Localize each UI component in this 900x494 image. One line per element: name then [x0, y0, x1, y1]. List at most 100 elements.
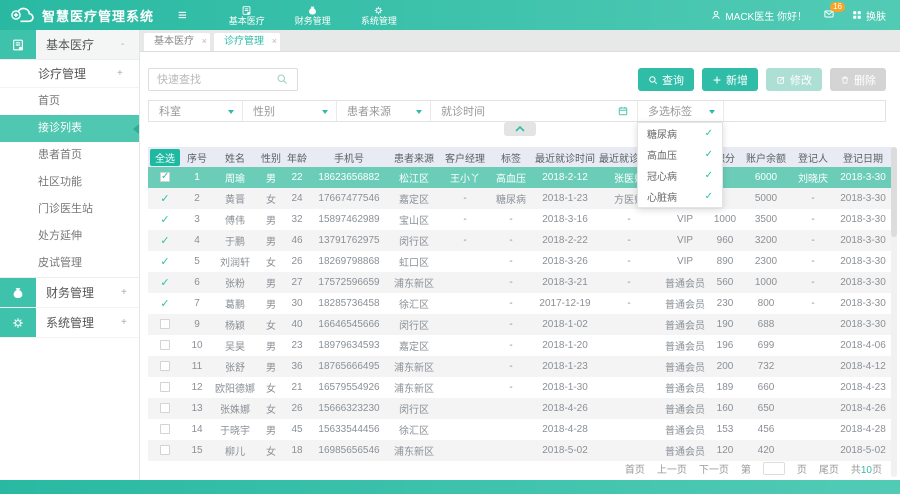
table-cell: 3200	[740, 230, 792, 251]
toolbar-buttons: 查询新增修改删除	[638, 68, 886, 91]
filter-label: 多选标签	[648, 103, 692, 119]
row-check-icon[interactable]: ✓	[160, 193, 169, 205]
table-row[interactable]: ✓2黄晋女2417667477546嘉定区-糖尿病2018-1-23方医师500…	[148, 188, 892, 209]
sidebar: 基本医疗 - 诊疗管理 + 首页接诊列表患者首页社区功能门诊医生站处方延伸皮试管…	[0, 30, 140, 480]
table-row[interactable]: 12欧阳德娜女2116579554926浦东新区-2018-1-30普通会员18…	[148, 377, 892, 398]
messages-button[interactable]: 16	[823, 8, 835, 23]
table-row[interactable]: ✓4于鹏男4613791762975闵行区--2018-2-22-VIP9603…	[148, 230, 892, 251]
pagination-prev[interactable]: 上一页	[657, 461, 687, 476]
tab-2[interactable]: 诊疗管理×	[214, 33, 280, 51]
hamburger-menu-icon[interactable]: ≡	[178, 7, 187, 24]
sidebar-group-diagnosis-management[interactable]: 诊疗管理 +	[0, 60, 139, 88]
sidebar-subitem-3[interactable]: 患者首页	[0, 142, 139, 169]
tag-option-4[interactable]: 心脏病✓	[638, 186, 722, 207]
select-all-button[interactable]: 全选	[150, 149, 180, 166]
filter-5[interactable]: 多选标签	[638, 101, 724, 121]
filter-2[interactable]: 性别	[243, 101, 337, 121]
close-tab-icon[interactable]: ×	[272, 32, 277, 50]
table-cell: 4	[182, 230, 212, 251]
sidebar-section-2[interactable]: 系统管理+	[0, 308, 139, 338]
table-cell: 2018-5-02	[532, 440, 598, 461]
tag-option-2[interactable]: 高血压✓	[638, 144, 722, 165]
scrollbar-thumb[interactable]	[891, 147, 897, 237]
row-checkbox-empty[interactable]	[160, 424, 170, 434]
sidebar-subitem-2[interactable]: 接诊列表	[0, 115, 139, 142]
row-checkbox-empty[interactable]	[160, 361, 170, 371]
table-row[interactable]: 9杨颖女4016646545666闵行区-2018-1-02普通会员190688…	[148, 314, 892, 335]
table-cell: 6	[182, 272, 212, 293]
patient-table: 全选序号姓名性别年龄手机号患者来源客户经理标签最近就诊时间最近就诊医生会员等级积…	[148, 147, 892, 461]
sidebar-subitem-5[interactable]: 门诊医生站	[0, 196, 139, 223]
app-title: 智慧医疗管理系统	[42, 6, 154, 25]
topnav-item-1[interactable]: 基本医疗	[229, 5, 265, 26]
pagination-first[interactable]: 首页	[625, 461, 645, 476]
table-row[interactable]: 11张舒男3618765666495浦东新区-2018-1-23普通会员2007…	[148, 356, 892, 377]
topnav-item-3[interactable]: 系统管理	[361, 5, 397, 26]
row-checkbox-empty[interactable]	[160, 340, 170, 350]
change-skin-button[interactable]: 换肤	[851, 8, 886, 23]
sidebar-item-basic-medical[interactable]: 基本医疗 -	[0, 30, 139, 60]
page-number-input[interactable]	[763, 462, 785, 475]
tag-option-1[interactable]: 糖尿病✓	[638, 123, 722, 144]
row-checkbox-empty[interactable]	[160, 319, 170, 329]
vertical-scrollbar[interactable]	[891, 147, 897, 477]
toolbar-button-3[interactable]: 修改	[766, 68, 822, 91]
sidebar-subitem-1[interactable]: 首页	[0, 88, 139, 115]
close-tab-icon[interactable]: ×	[202, 32, 207, 50]
table-row[interactable]: ✓5刘润轩女2618269798868虹口区-2018-3-26-VIP8902…	[148, 251, 892, 272]
table-row[interactable]: 13张姝娜女2615666323230闵行区2018-4-26普通会员16065…	[148, 398, 892, 419]
row-checkbox-empty[interactable]	[160, 382, 170, 392]
table-row[interactable]: 15柳儿女1816985656546浦东新区2018-5-02普通会员12042…	[148, 440, 892, 461]
table-row[interactable]: 14于晓宇男4515633544456徐汇区2018-4-28普通会员15345…	[148, 419, 892, 440]
sidebar-subitem-6[interactable]: 处方延伸	[0, 223, 139, 250]
table-row[interactable]: ✓3傅伟男3215897462989宝山区--2018-3-16-VIP1000…	[148, 209, 892, 230]
table-cell: -	[598, 251, 660, 272]
sidebar-section-1[interactable]: 财务管理+	[0, 278, 139, 308]
table-row[interactable]: 10吴昊男2318979634593嘉定区-2018-1-20普通会员19669…	[148, 335, 892, 356]
filter-3[interactable]: 患者来源	[337, 101, 431, 121]
row-select-cell	[148, 440, 182, 461]
table-cell: 2018-3-30	[834, 251, 892, 272]
table-cell: 40	[284, 314, 310, 335]
row-check-icon[interactable]: ✓	[160, 256, 169, 268]
row-check-icon[interactable]: ✓	[160, 214, 169, 226]
collapse-filters-button[interactable]	[504, 122, 536, 136]
filter-1[interactable]: 科室	[149, 101, 243, 121]
toolbar-button-4[interactable]: 删除	[830, 68, 886, 91]
search-icon	[648, 75, 658, 85]
user-greeting-text: MACK医生 你好！	[725, 8, 807, 23]
sidebar-subitem-7[interactable]: 皮试管理	[0, 250, 139, 277]
table-cell	[440, 272, 490, 293]
toolbar-button-1[interactable]: 查询	[638, 68, 694, 91]
table-cell: 2018-3-16	[532, 209, 598, 230]
table-row[interactable]: ✓7葛鹏男3018285736458徐汇区-2017-12-19-普通会员230…	[148, 293, 892, 314]
moneybag-icon	[307, 5, 318, 16]
row-checkbox-empty[interactable]	[160, 445, 170, 455]
user-greeting[interactable]: MACK医生 你好！	[710, 8, 807, 23]
tab-1[interactable]: 基本医疗×	[144, 33, 210, 51]
sidebar-section-label: 系统管理	[36, 308, 121, 337]
table-row[interactable]: ✓6张粉男2717572596659浦东新区-2018-3-21-普通会员560…	[148, 272, 892, 293]
table-cell	[792, 356, 834, 377]
filter-4[interactable]: 就诊时间	[431, 101, 638, 121]
table-cell: 杨颖	[212, 314, 258, 335]
table-cell: 13791762975	[310, 230, 388, 251]
sidebar-subitem-4[interactable]: 社区功能	[0, 169, 139, 196]
table-cell: 36	[284, 356, 310, 377]
row-check-icon[interactable]: ✓	[160, 298, 169, 310]
table-cell	[440, 377, 490, 398]
row-checkbox-checked[interactable]	[160, 172, 170, 182]
pagination-last[interactable]: 尾页	[819, 461, 839, 476]
row-checkbox-empty[interactable]	[160, 403, 170, 413]
table-cell: 浦东新区	[388, 356, 440, 377]
table-cell: 17572596659	[310, 272, 388, 293]
table-cell: -	[490, 293, 532, 314]
pagination-next[interactable]: 下一页	[699, 461, 729, 476]
row-check-icon[interactable]: ✓	[160, 277, 169, 289]
tag-option-3[interactable]: 冠心病✓	[638, 165, 722, 186]
topnav-item-2[interactable]: 财务管理	[295, 5, 331, 26]
table-row[interactable]: 1周瑜男2218623656882松江区王小丫高血压2018-2-12张医师60…	[148, 167, 892, 188]
toolbar-button-2[interactable]: 新增	[702, 68, 758, 91]
table-cell: 2018-1-23	[532, 188, 598, 209]
row-check-icon[interactable]: ✓	[160, 235, 169, 247]
